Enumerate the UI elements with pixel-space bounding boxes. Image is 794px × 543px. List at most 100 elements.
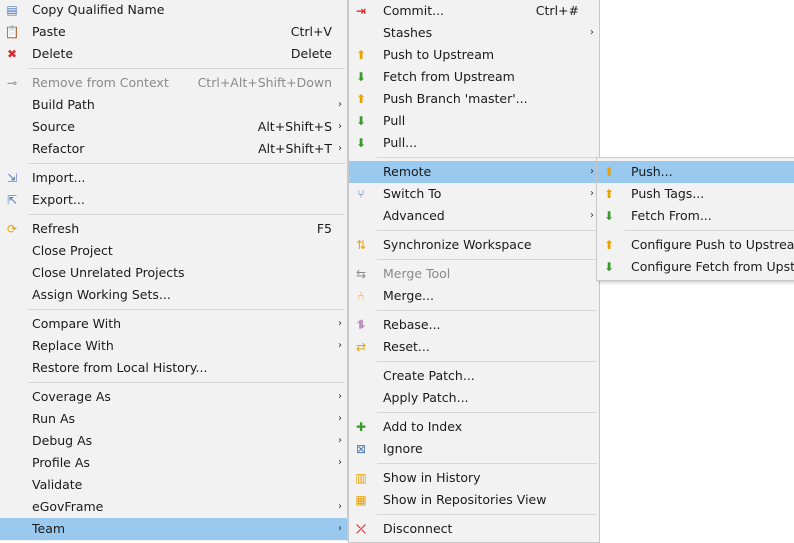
menu-item-label: Show in History (383, 470, 481, 485)
menu-item-label: Commit... (383, 3, 445, 18)
menu-item-label: Debug As (32, 433, 93, 448)
menu-item-fetch-from[interactable]: ⬇ Fetch From... (597, 205, 794, 227)
menu-item-validate[interactable]: Validate (0, 474, 347, 496)
menu-item-import[interactable]: ⇲ Import... (0, 167, 347, 189)
menu-item-push-upstream[interactable]: ⬆ Push to Upstream (349, 44, 599, 66)
menu-item-label: Merge... (383, 288, 434, 303)
menu-item-label: Advanced (383, 208, 445, 223)
menu-item-source[interactable]: Source Alt+Shift+S › (0, 116, 347, 138)
menu-item-export[interactable]: ⇱ Export... (0, 189, 347, 211)
menu-item-add-to-index[interactable]: ✚ Add to Index (349, 416, 599, 438)
history-icon: ▥ (355, 471, 367, 485)
menu-item-label: Profile As (32, 455, 90, 470)
submenu-arrow-icon: › (590, 166, 594, 177)
shortcut-label: F5 (316, 221, 332, 236)
menu-separator (377, 412, 597, 413)
menu-separator (377, 463, 597, 464)
menu-item-show-history[interactable]: ▥ Show in History (349, 467, 599, 489)
menu-item-remote[interactable]: Remote › (349, 161, 599, 183)
menu-item-push-tags[interactable]: ⬆ Push Tags... (597, 183, 794, 205)
menu-item-refresh[interactable]: ⟳ Refresh F5 (0, 218, 347, 240)
push-branch-icon: ⬆ (355, 92, 367, 106)
menu-item-remove-from-context: ⊸ Remove from Context Ctrl+Alt+Shift+Dow… (0, 72, 347, 94)
pull-dialog-icon: ⬇ (355, 136, 367, 150)
menu-item-egovframe[interactable]: eGovFrame › (0, 496, 347, 518)
menu-separator (377, 230, 597, 231)
ignore-icon: ⊠ (355, 442, 367, 456)
menu-item-assign-working-sets[interactable]: Assign Working Sets... (0, 284, 347, 306)
menu-item-close-project[interactable]: Close Project (0, 240, 347, 262)
shortcut-label: Delete (290, 46, 332, 61)
switch-branch-icon: ⑂ (357, 187, 365, 201)
shortcut-label: Ctrl+# (535, 3, 579, 18)
menu-item-copy-qualified-name[interactable]: ▤ Copy Qualified Name (0, 0, 347, 21)
fetch-upstream-icon: ⬇ (355, 70, 367, 84)
menu-item-label: Close Project (32, 243, 113, 258)
menu-item-label: Switch To (383, 186, 442, 201)
menu-item-configure-push[interactable]: ⬆ Configure Push to Upstream... (597, 234, 794, 256)
menu-item-compare-with[interactable]: Compare With › (0, 313, 347, 335)
submenu-arrow-icon: › (338, 143, 342, 154)
menu-item-show-repositories[interactable]: ▦ Show in Repositories View (349, 489, 599, 511)
menu-item-replace-with[interactable]: Replace With › (0, 335, 347, 357)
menu-item-label: Apply Patch... (383, 390, 469, 405)
submenu-arrow-icon: › (338, 318, 342, 329)
add-icon: ✚ (355, 420, 367, 434)
menu-item-label: Stashes (383, 25, 433, 40)
menu-item-build-path[interactable]: Build Path › (0, 94, 347, 116)
menu-item-label: Remote (383, 164, 432, 179)
menu-item-label: Configure Push to Upstream... (631, 237, 794, 252)
submenu-arrow-icon: › (338, 340, 342, 351)
shortcut-label: Alt+Shift+S (257, 119, 332, 134)
menu-item-label: Export... (32, 192, 85, 207)
menu-item-create-patch[interactable]: Create Patch... (349, 365, 599, 387)
menu-item-restore-local-history[interactable]: Restore from Local History... (0, 357, 347, 379)
push-icon: ⬆ (603, 165, 615, 179)
menu-item-label: Disconnect (383, 521, 453, 536)
menu-item-stashes[interactable]: Stashes › (349, 22, 599, 44)
menu-item-pull[interactable]: ⬇ Pull (349, 110, 599, 132)
reset-icon: ⇄ (355, 340, 367, 354)
menu-item-close-unrelated-projects[interactable]: Close Unrelated Projects (0, 262, 347, 284)
submenu-arrow-icon: › (338, 435, 342, 446)
copy-qualified-name-icon: ▤ (6, 3, 18, 17)
menu-item-ignore[interactable]: ⊠ Ignore (349, 438, 599, 460)
menu-item-disconnect[interactable]: ⤫ Disconnect (349, 518, 599, 540)
submenu-arrow-icon: › (590, 210, 594, 221)
submenu-arrow-icon: › (338, 501, 342, 512)
menu-item-rebase[interactable]: ⥮ Rebase... (349, 314, 599, 336)
menu-item-team[interactable]: Team › (0, 518, 347, 540)
menu-item-apply-patch[interactable]: Apply Patch... (349, 387, 599, 409)
menu-item-commit[interactable]: ⇥ Commit... Ctrl+# (349, 0, 599, 22)
menu-item-configure-fetch[interactable]: ⬇ Configure Fetch from Upstream... (597, 256, 794, 278)
menu-item-debug-as[interactable]: Debug As › (0, 430, 347, 452)
menu-item-advanced[interactable]: Advanced › (349, 205, 599, 227)
menu-item-label: Push Tags... (631, 186, 705, 201)
menu-item-coverage-as[interactable]: Coverage As › (0, 386, 347, 408)
menu-item-sync-workspace[interactable]: ⇅ Synchronize Workspace (349, 234, 599, 256)
menu-item-label: Refresh (32, 221, 80, 236)
menu-item-switch-to[interactable]: ⑂ Switch To › (349, 183, 599, 205)
menu-item-label: Replace With (32, 338, 114, 353)
menu-separator (377, 157, 597, 158)
menu-item-label: eGovFrame (32, 499, 104, 514)
menu-item-label: Push to Upstream (383, 47, 495, 62)
menu-item-paste[interactable]: 📋 Paste Ctrl+V (0, 21, 347, 43)
menu-item-label: Close Unrelated Projects (32, 265, 185, 280)
merge-icon: ⑃ (357, 289, 365, 303)
menu-item-delete[interactable]: ✖ Delete Delete (0, 43, 347, 65)
menu-item-label: Copy Qualified Name (32, 2, 165, 17)
menu-item-refactor[interactable]: Refactor Alt+Shift+T › (0, 138, 347, 160)
menu-item-push-branch[interactable]: ⬆ Push Branch 'master'... (349, 88, 599, 110)
menu-item-reset[interactable]: ⇄ Reset... (349, 336, 599, 358)
menu-item-fetch-upstream[interactable]: ⬇ Fetch from Upstream (349, 66, 599, 88)
menu-item-pull-dialog[interactable]: ⬇ Pull... (349, 132, 599, 154)
menu-item-push[interactable]: ⬆ Push... (597, 161, 794, 183)
submenu-arrow-icon: › (338, 457, 342, 468)
menu-item-label: Assign Working Sets... (32, 287, 171, 302)
submenu-arrow-icon: › (338, 121, 342, 132)
menu-item-merge[interactable]: ⑃ Merge... (349, 285, 599, 307)
menu-item-run-as[interactable]: Run As › (0, 408, 347, 430)
menu-item-label: Build Path (32, 97, 95, 112)
menu-item-profile-as[interactable]: Profile As › (0, 452, 347, 474)
